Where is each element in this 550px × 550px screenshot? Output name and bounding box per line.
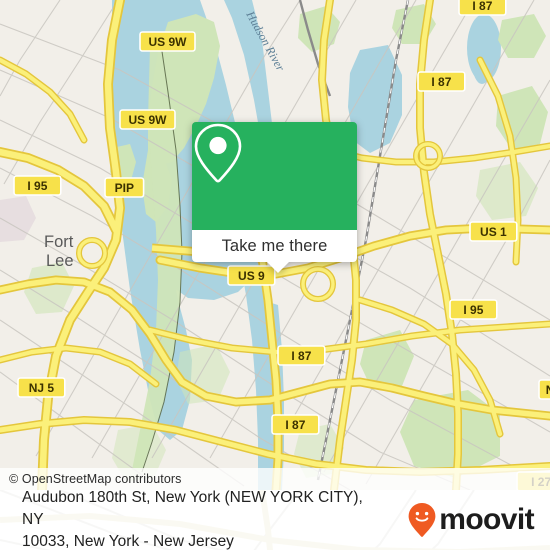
highway-shield-label: US 9W: [128, 113, 167, 127]
map-attribution-bar: © OpenStreetMap contributors: [0, 468, 550, 490]
highway-shield-label: I 87: [291, 349, 311, 363]
take-me-there-label: Take me there: [221, 236, 328, 255]
highway-shield: I 87: [458, 0, 507, 16]
attribution-text: © OpenStreetMap contributors: [9, 472, 182, 486]
highway-shield: US 9W: [139, 31, 196, 52]
highway-shield: I 87: [277, 345, 326, 366]
highway-shield: I 87: [417, 71, 466, 92]
highway-shield: PIP: [104, 177, 145, 198]
highway-shield: US 9W: [119, 109, 176, 130]
popup-icon-area: [192, 122, 357, 230]
highway-shield: I 95: [13, 175, 62, 196]
map-pin-icon: [194, 123, 242, 183]
highway-shield-label: N: [546, 383, 550, 397]
highway-shield: I 95: [449, 299, 498, 320]
map-canvas[interactable]: Hudson River Fort Lee US 9W US 9W I 95 PIP N…: [0, 0, 550, 490]
highway-shield: I 87: [271, 414, 320, 435]
highway-shield: US 1: [469, 221, 518, 242]
address-line-2: 10033, New York - New Jersey: [22, 533, 234, 550]
take-me-there-button[interactable]: Take me there: [192, 230, 357, 262]
popup-pointer-tail: [267, 262, 289, 273]
highway-shield-label: I 95: [463, 303, 483, 317]
moovit-logo[interactable]: moovit: [407, 502, 550, 538]
location-popup-card[interactable]: Take me there: [192, 122, 357, 273]
highway-shield-label: I 95: [27, 179, 47, 193]
highway-shield-label: NJ 5: [29, 381, 55, 395]
highway-shield: N: [538, 379, 550, 400]
highway-shield-label: US 9W: [148, 35, 187, 49]
highway-shield-label: I 87: [285, 418, 305, 432]
footer-bar: Audubon 180th St, New York (NEW YORK CIT…: [0, 490, 550, 550]
address-line-1: Audubon 180th St, New York (NEW YORK CIT…: [22, 490, 363, 528]
highway-shield-label: US 9: [238, 269, 265, 283]
moovit-pin-icon: [408, 503, 436, 537]
highway-shield-label: PIP: [115, 181, 134, 195]
highway-shield-label: I 87: [431, 75, 451, 89]
moovit-wordmark: moovit: [439, 503, 534, 536]
moovit-map-screenshot: Hudson River Fort Lee US 9W US 9W I 95 PIP N…: [0, 0, 550, 550]
address-block: Audubon 180th St, New York (NEW YORK CIT…: [0, 490, 382, 550]
highway-shield-label: I 87: [472, 0, 492, 13]
highway-shield: NJ 5: [17, 377, 66, 398]
highway-shield-label: US 1: [480, 225, 507, 239]
